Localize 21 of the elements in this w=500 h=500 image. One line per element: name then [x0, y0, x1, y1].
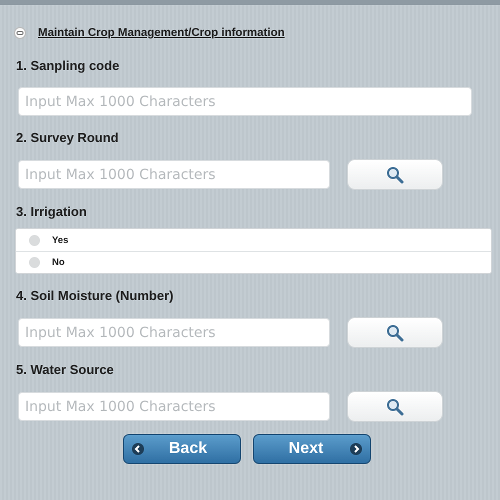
search-button[interactable]	[347, 391, 443, 422]
radio-option[interactable]: Yes	[16, 229, 491, 251]
next-button[interactable]: Next	[253, 434, 371, 464]
section-title: Maintain Crop Management/Crop information	[38, 27, 285, 39]
search-button[interactable]	[347, 159, 443, 190]
search-button[interactable]	[347, 317, 443, 348]
text-field[interactable]: Input Max 1000 Characters	[18, 160, 330, 189]
question-label: 3. Irrigation	[15, 204, 88, 220]
question-label: 2. Survey Round	[15, 130, 120, 146]
search-icon	[385, 398, 405, 416]
question-label: 4. Soil Moisture (Number)	[15, 288, 174, 304]
search-icon	[385, 324, 405, 342]
text-field[interactable]: Input Max 1000 Characters	[18, 318, 330, 347]
minus-circle-icon[interactable]	[14, 27, 26, 39]
question-label: 5. Water Source	[15, 362, 115, 378]
text-field[interactable]: Input Max 1000 Characters	[18, 392, 330, 421]
text-field[interactable]: Input Max 1000 Characters	[18, 87, 472, 116]
search-icon	[385, 166, 405, 184]
back-button[interactable]: Back	[123, 434, 241, 464]
radio-option[interactable]: No	[16, 251, 491, 273]
question-label: 1. Sanpling code	[15, 58, 120, 74]
